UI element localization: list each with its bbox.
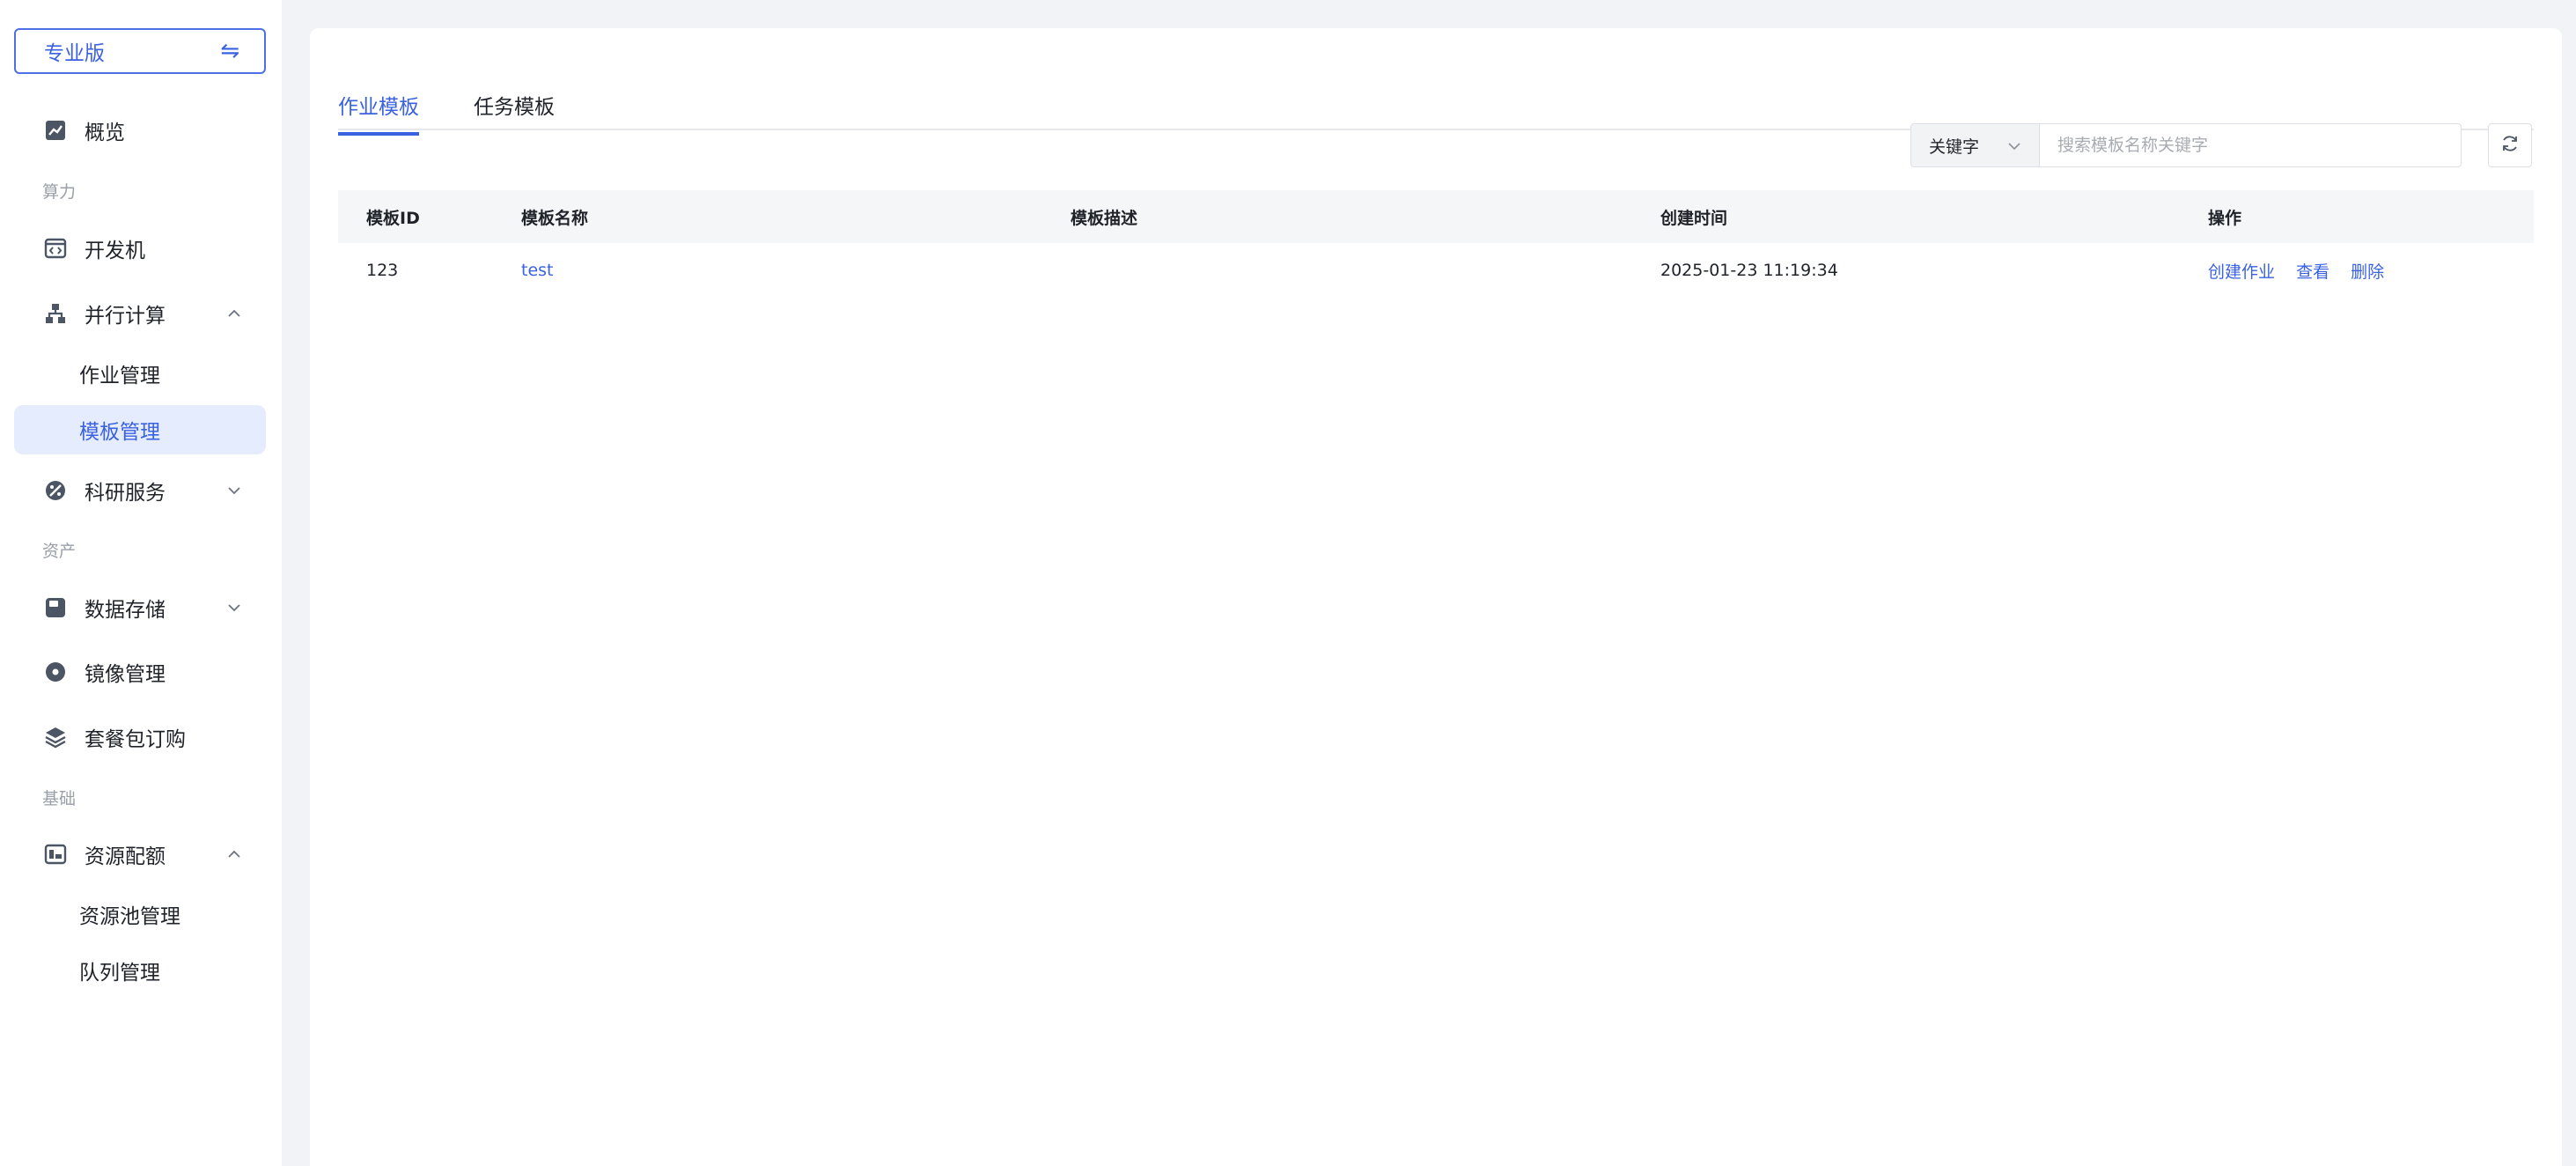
search-input[interactable] xyxy=(2039,123,2462,167)
view-button[interactable]: 查看 xyxy=(2296,262,2329,282)
sidebar-item-label: 套餐包订购 xyxy=(85,728,186,751)
sidebar-item-template-management[interactable]: 模板管理 xyxy=(14,405,266,454)
layers-icon xyxy=(42,724,69,750)
cell-created-time: 2025-01-23 11:19:34 xyxy=(1660,261,1838,280)
sidebar-item-overview[interactable]: 概览 xyxy=(14,106,266,155)
sidebar-item-quota[interactable]: 资源配额 xyxy=(14,830,266,879)
chevron-up-icon xyxy=(224,303,245,324)
sidebar-item-devmachine[interactable]: 开发机 xyxy=(14,224,266,273)
sidebar-item-pool-management[interactable]: 资源池管理 xyxy=(14,889,266,939)
sidebar-item-image[interactable]: 镜像管理 xyxy=(14,647,266,697)
section-title-compute: 算力 xyxy=(42,182,77,202)
sidebar-item-package[interactable]: 套餐包订购 xyxy=(14,712,266,762)
sidebar-item-label: 队列管理 xyxy=(79,962,160,985)
sidebar-item-label: 科研服务 xyxy=(85,482,166,505)
search-bar: 关键字 xyxy=(1910,123,2462,167)
tab-bar: 作业模板 任务模板 xyxy=(338,63,2534,136)
hierarchy-icon xyxy=(42,300,69,327)
tab-job-template[interactable]: 作业模板 xyxy=(338,90,419,136)
sidebar-item-job-management[interactable]: 作业管理 xyxy=(14,349,266,398)
chart-icon xyxy=(42,117,69,144)
cell-template-desc xyxy=(1042,243,1632,298)
template-name-link[interactable]: test xyxy=(521,261,554,280)
refresh-button[interactable] xyxy=(2488,123,2532,167)
table-row: 123 test 2025-01-23 11:19:34 创建作业 查看 删除 xyxy=(338,243,2534,298)
disc-icon xyxy=(42,659,69,685)
column-header-created: 创建时间 xyxy=(1632,190,2180,243)
chevron-down-icon xyxy=(2006,137,2023,155)
app-root: 专业版 ⇋ 概览 算力 开发机 并行计算 作业管理 模板管理 科研服务 资产 数… xyxy=(0,0,2576,1166)
chevron-down-icon xyxy=(224,480,245,501)
cell-actions: 创建作业 查看 删除 xyxy=(2180,243,2534,298)
sidebar-item-label: 镜像管理 xyxy=(85,663,166,686)
sidebar-item-queue-management[interactable]: 队列管理 xyxy=(14,946,266,995)
template-table: 模板ID 模板名称 模板描述 创建时间 操作 123 test 2025-01-… xyxy=(338,190,2534,298)
refresh-icon xyxy=(2499,133,2521,158)
table-header-row: 模板ID 模板名称 模板描述 创建时间 操作 xyxy=(338,190,2534,243)
create-job-button[interactable]: 创建作业 xyxy=(2208,262,2275,282)
research-icon xyxy=(42,477,69,504)
sidebar-item-label: 资源池管理 xyxy=(79,905,180,928)
sidebar-item-storage[interactable]: 数据存储 xyxy=(14,583,266,632)
column-header-desc: 模板描述 xyxy=(1042,190,1632,243)
edition-label: 专业版 xyxy=(44,42,105,65)
sidebar-item-label: 模板管理 xyxy=(79,421,160,444)
search-field-select[interactable]: 关键字 xyxy=(1910,123,2039,167)
chevron-down-icon xyxy=(224,597,245,618)
sidebar: 专业版 ⇋ 概览 算力 开发机 并行计算 作业管理 模板管理 科研服务 资产 数… xyxy=(0,0,282,1166)
disk-icon xyxy=(42,594,69,621)
sidebar-item-label: 开发机 xyxy=(85,240,145,262)
column-header-name: 模板名称 xyxy=(493,190,1042,243)
delete-button[interactable]: 删除 xyxy=(2351,262,2384,282)
sidebar-item-research[interactable]: 科研服务 xyxy=(14,466,266,515)
search-field-label: 关键字 xyxy=(1929,137,1980,157)
swap-icon: ⇋ xyxy=(220,38,239,64)
sidebar-item-label: 概览 xyxy=(85,122,125,144)
edition-switch-button[interactable]: 专业版 ⇋ xyxy=(14,28,266,74)
sidebar-item-parallel[interactable]: 并行计算 xyxy=(14,289,266,338)
main-card: 作业模板 任务模板 关键字 搜索模板名称关键字 模板ID 模板名称 模板描述 创… xyxy=(310,28,2562,1166)
chevron-up-icon xyxy=(224,844,245,865)
code-icon xyxy=(42,235,69,262)
column-header-actions: 操作 xyxy=(2180,190,2534,243)
dashboard-icon xyxy=(42,841,69,867)
sidebar-item-label: 作业管理 xyxy=(79,365,160,387)
sidebar-item-label: 资源配额 xyxy=(85,845,166,868)
sidebar-item-label: 数据存储 xyxy=(85,599,166,622)
cell-template-id: 123 xyxy=(366,261,399,280)
section-title-assets: 资产 xyxy=(42,542,77,561)
sidebar-item-label: 并行计算 xyxy=(85,305,166,328)
tab-task-template[interactable]: 任务模板 xyxy=(474,90,555,132)
column-header-id: 模板ID xyxy=(338,190,493,243)
section-title-basic: 基础 xyxy=(42,789,77,808)
